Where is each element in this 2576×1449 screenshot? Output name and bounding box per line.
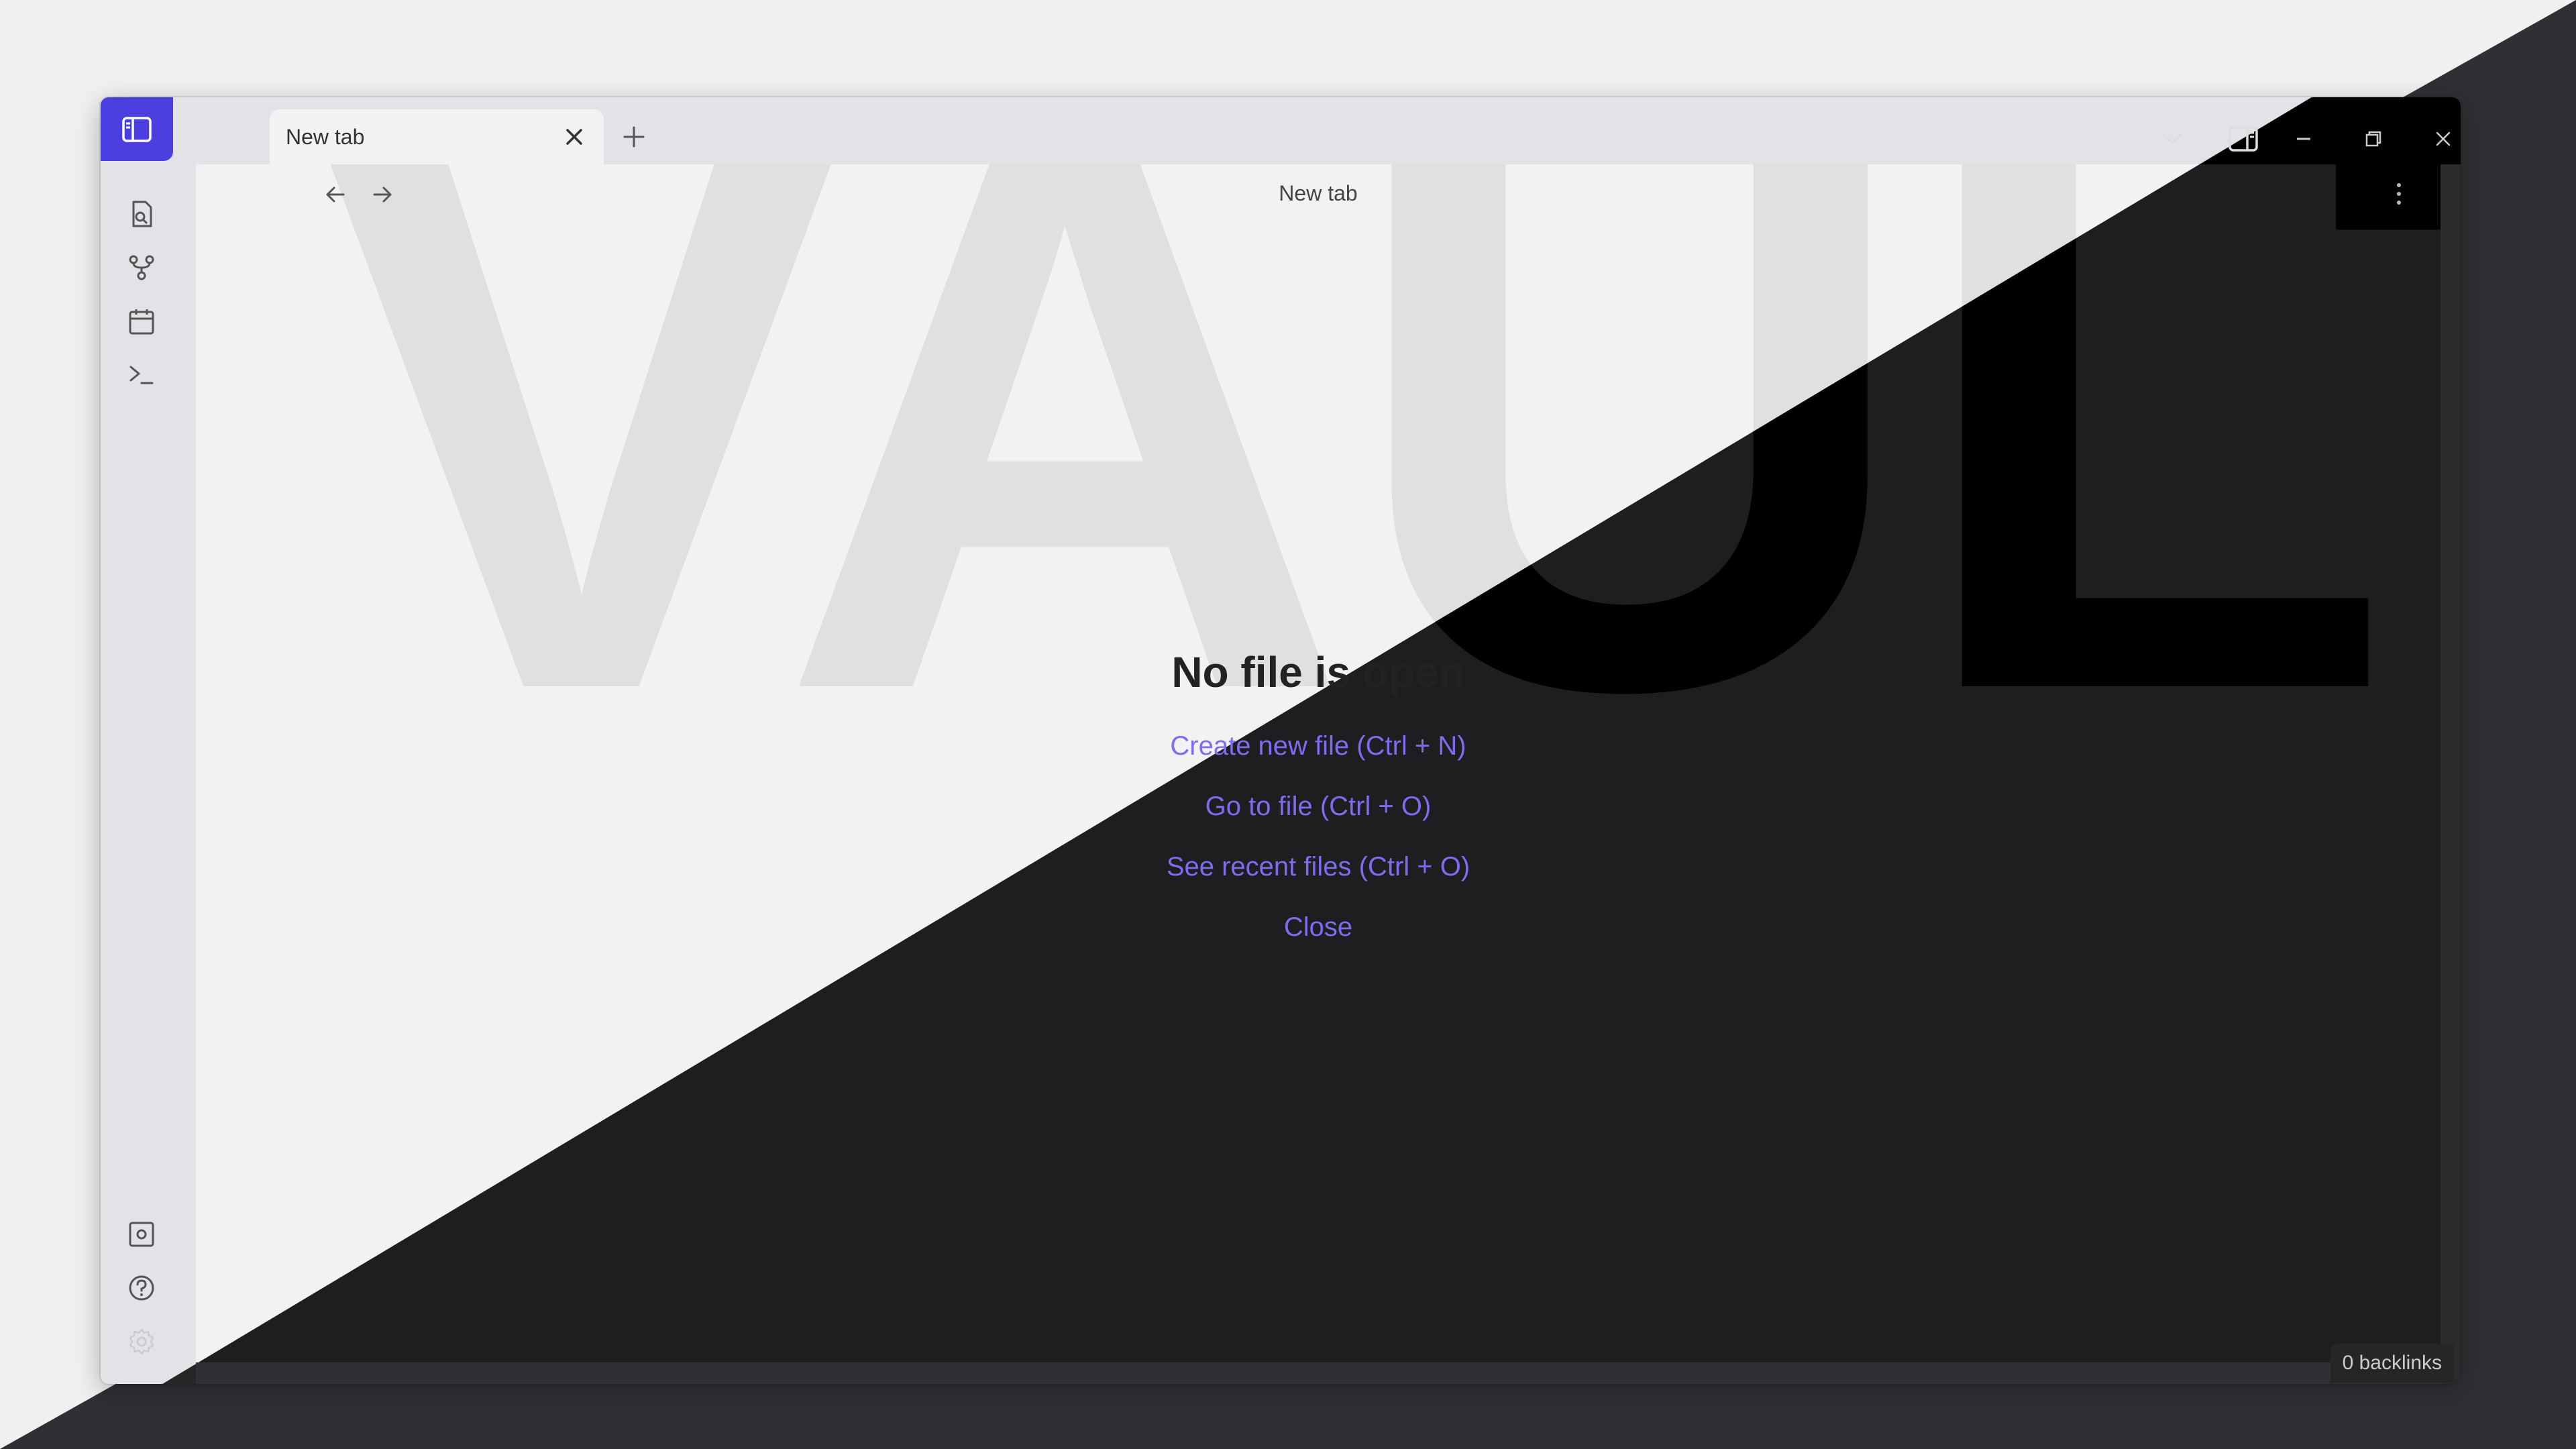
vault-icon: [129, 1222, 154, 1247]
sidebar-toggle-button[interactable]: [101, 97, 173, 161]
help-circle-icon: [129, 1275, 154, 1301]
help-button[interactable]: [125, 1271, 158, 1305]
sidebar-toggle-icon: [122, 116, 152, 142]
settings-button[interactable]: [125, 1325, 158, 1358]
backlinks-status[interactable]: 0 backlinks: [2330, 1344, 2454, 1383]
tab-list-dropdown-button[interactable]: [2152, 119, 2192, 159]
close-link[interactable]: Close: [196, 912, 2440, 943]
vault-switcher-button[interactable]: [125, 1218, 158, 1251]
close-icon: [2436, 131, 2451, 146]
toggle-right-sidebar-button[interactable]: [2223, 119, 2263, 159]
close-tab-icon[interactable]: [561, 123, 588, 150]
app-window: VAULT VAULT New tab: [101, 97, 2461, 1384]
open-quick-switcher-button[interactable]: [125, 197, 158, 231]
plus-icon: [623, 126, 645, 148]
empty-state-heading: No file is open: [1171, 648, 1465, 696]
command-palette-button[interactable]: [125, 358, 158, 392]
gear-icon: [129, 1328, 154, 1355]
graph-view-button[interactable]: [125, 251, 158, 284]
terminal-icon: [129, 366, 154, 384]
calendar-icon: [129, 309, 154, 335]
close-window-button[interactable]: [2423, 119, 2461, 159]
maximize-button[interactable]: [2353, 119, 2394, 159]
new-tab-button[interactable]: [617, 120, 651, 154]
right-sidebar-icon: [2229, 126, 2258, 152]
tab-title: New tab: [286, 124, 365, 149]
go-to-file-link[interactable]: Go to file (Ctrl + O): [196, 791, 2440, 822]
minimize-icon: [2297, 138, 2310, 140]
restore-icon: [2365, 131, 2381, 147]
more-options-button[interactable]: [2384, 179, 2414, 209]
create-new-file-link[interactable]: Create new file (Ctrl + N): [196, 731, 2440, 761]
git-fork-icon: [129, 255, 154, 280]
tab-new-tab[interactable]: New tab: [270, 109, 604, 164]
view-header: New tab: [196, 164, 2440, 222]
see-recent-files-link[interactable]: See recent files (Ctrl + O): [196, 851, 2440, 882]
daily-note-button[interactable]: [125, 305, 158, 338]
view-title: New tab: [1279, 181, 1358, 205]
empty-state: No file is open Create new file (Ctrl + …: [196, 647, 2440, 972]
right-edge-dark: [2440, 164, 2461, 1384]
more-vertical-icon: [2397, 183, 2401, 205]
chevron-down-icon: [2163, 133, 2182, 145]
file-search-icon: [132, 201, 152, 227]
left-ribbon: [101, 164, 196, 1384]
minimize-button[interactable]: [2284, 119, 2324, 159]
